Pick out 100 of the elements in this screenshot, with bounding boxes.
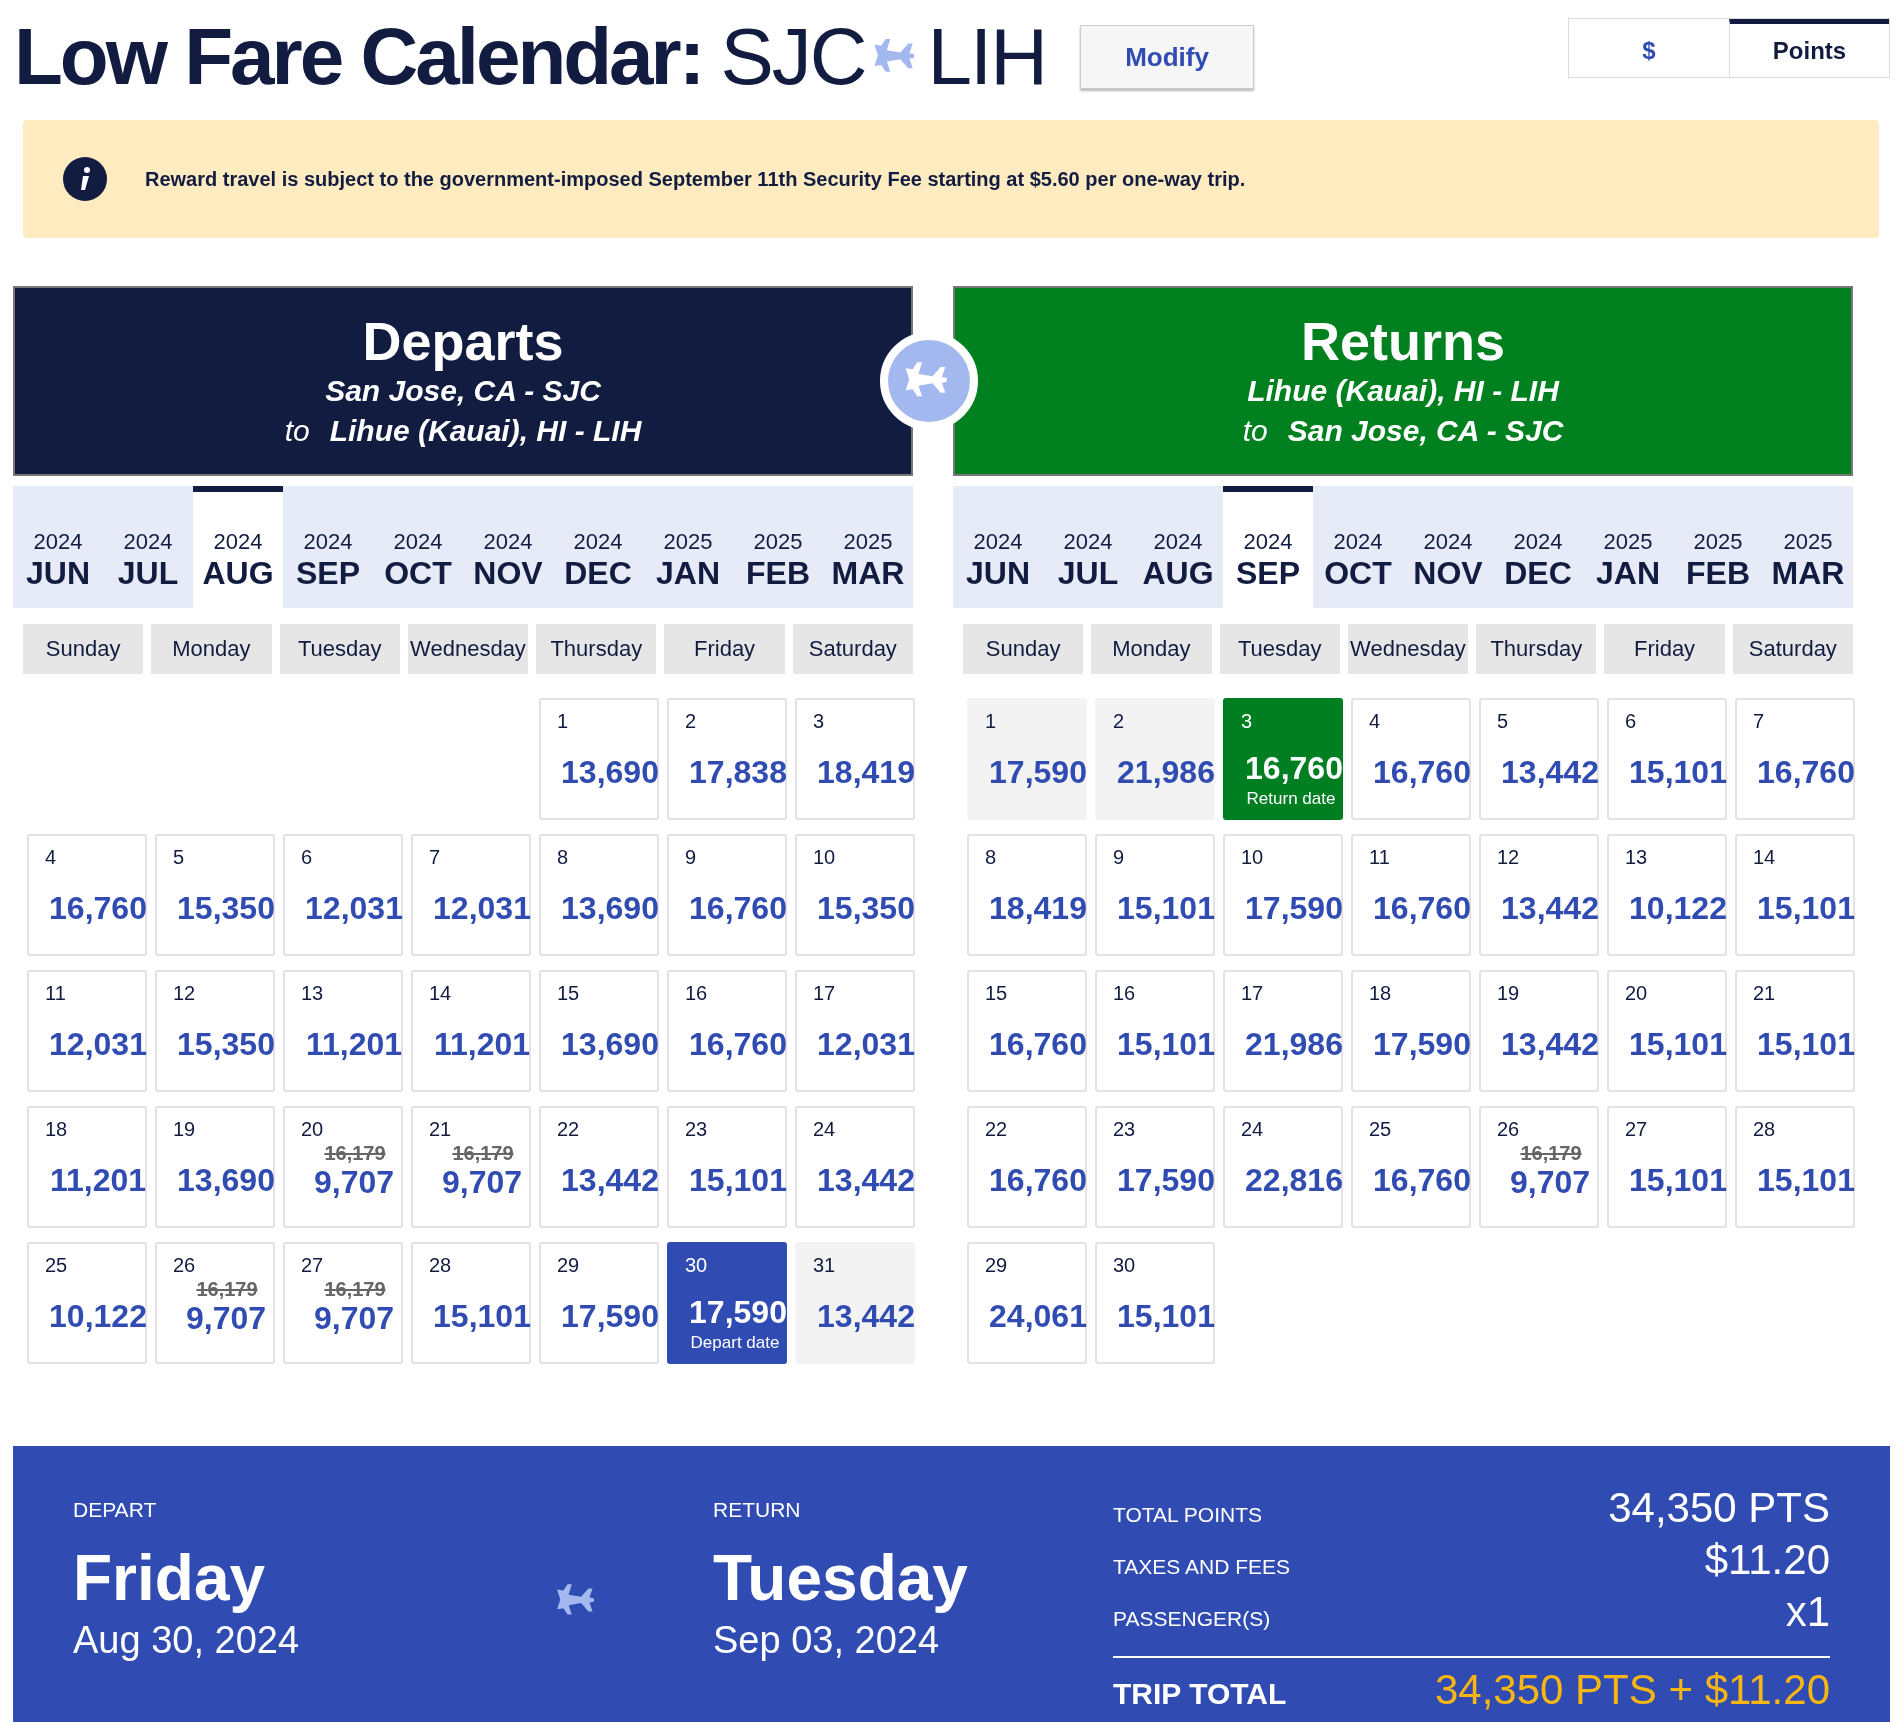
day-cell[interactable]: 13 10,122 [1607, 834, 1727, 956]
month-tab[interactable]: 2024 OCT [373, 486, 463, 608]
day-cell[interactable]: 12 15,350 [155, 970, 275, 1092]
day-cell[interactable]: 4 16,760 [27, 834, 147, 956]
day-cell[interactable]: 19 13,442 [1479, 970, 1599, 1092]
day-cell[interactable]: 2 17,838 [667, 698, 787, 820]
day-cell[interactable]: 20 16,179 9,707 [283, 1106, 403, 1228]
trip-total-label: TRIP TOTAL [1113, 1677, 1287, 1711]
day-cell[interactable]: 23 15,101 [667, 1106, 787, 1228]
day-cell[interactable]: 14 15,101 [1735, 834, 1855, 956]
day-cell[interactable]: 29 24,061 [967, 1242, 1087, 1364]
day-cell[interactable]: 11 16,760 [1351, 834, 1471, 956]
day-cell[interactable]: 4 16,760 [1351, 698, 1471, 820]
day-cell[interactable]: 18 17,590 [1351, 970, 1471, 1092]
month-tab[interactable]: 2025 JAN [643, 486, 733, 608]
fare-points: 15,350 [177, 1026, 275, 1063]
month-tab[interactable]: 2024 JUN [13, 486, 103, 608]
day-number: 4 [45, 845, 58, 870]
month-tab[interactable]: 2024 NOV [1403, 486, 1493, 608]
day-cell[interactable]: 26 16,179 9,707 [1479, 1106, 1599, 1228]
month-tab[interactable]: 2024 AUG [1133, 486, 1223, 608]
day-cell[interactable]: 29 17,590 [539, 1242, 659, 1364]
day-cell[interactable]: 1 17,590 [967, 698, 1087, 820]
day-cell[interactable]: 3 18,419 [795, 698, 915, 820]
month-tab[interactable]: 2025 JAN [1583, 486, 1673, 608]
currency-tab[interactable]: Points [1729, 19, 1889, 77]
day-cell[interactable]: 30 15,101 [1095, 1242, 1215, 1364]
day-cell[interactable]: 9 16,760 [667, 834, 787, 956]
day-cell[interactable]: 21 15,101 [1735, 970, 1855, 1092]
depart-date: Aug 30, 2024 [73, 1618, 301, 1662]
day-cell[interactable]: 21 16,179 9,707 [411, 1106, 531, 1228]
day-cell[interactable]: 27 16,179 9,707 [283, 1242, 403, 1364]
day-cell[interactable]: 7 16,760 [1735, 698, 1855, 820]
day-cell[interactable]: 14 11,201 [411, 970, 531, 1092]
day-cell[interactable]: 15 13,690 [539, 970, 659, 1092]
original-price: 16,179 [452, 1142, 514, 1164]
month-tab[interactable]: 2025 MAR [823, 486, 913, 608]
day-cell[interactable]: 7 12,031 [411, 834, 531, 956]
day-cell[interactable]: 1 13,690 [539, 698, 659, 820]
month-tab[interactable]: 2024 DEC [1493, 486, 1583, 608]
panel-title: Returns [1301, 311, 1505, 371]
day-cell[interactable]: 27 15,101 [1607, 1106, 1727, 1228]
day-cell[interactable]: 24 13,442 [795, 1106, 915, 1228]
day-number: 8 [985, 845, 998, 870]
modify-button[interactable]: Modify [1080, 25, 1255, 89]
month-tab[interactable]: 2024 OCT [1313, 486, 1403, 608]
day-cell[interactable]: 12 13,442 [1479, 834, 1599, 956]
day-cell[interactable]: 22 16,760 [967, 1106, 1087, 1228]
day-cell[interactable]: 10 17,590 [1223, 834, 1343, 956]
day-cell[interactable]: 30 17,590 Depart date [667, 1242, 787, 1364]
day-cell[interactable]: 16 15,101 [1095, 970, 1215, 1092]
day-cell[interactable]: 5 15,350 [155, 834, 275, 956]
day-cell[interactable]: 2 21,986 [1095, 698, 1215, 820]
month-tab[interactable]: 2024 SEP [1223, 486, 1313, 608]
month-tab[interactable]: 2024 JUL [1043, 486, 1133, 608]
month-tab[interactable]: 2024 AUG [193, 486, 283, 608]
day-cell[interactable]: 17 21,986 [1223, 970, 1343, 1092]
day-cell[interactable]: 6 15,101 [1607, 698, 1727, 820]
day-cell[interactable]: 28 15,101 [411, 1242, 531, 1364]
day-cell[interactable]: 9 15,101 [1095, 834, 1215, 956]
day-cell[interactable]: 3 16,760 Return date [1223, 698, 1343, 820]
day-cell[interactable]: 20 15,101 [1607, 970, 1727, 1092]
day-cell[interactable]: 18 11,201 [27, 1106, 147, 1228]
day-cell[interactable]: 8 18,419 [967, 834, 1087, 956]
day-cell[interactable]: 19 13,690 [155, 1106, 275, 1228]
day-cell[interactable]: 25 10,122 [27, 1242, 147, 1364]
fare-points: 15,101 [689, 1162, 787, 1199]
fare-points: 9,707 [1509, 1164, 1591, 1201]
weekday-header: Saturday [1732, 624, 1853, 674]
month-tab[interactable]: 2025 FEB [733, 486, 823, 608]
day-number: 10 [813, 845, 837, 870]
fare-points: 12,031 [305, 890, 403, 927]
fare-points: 13,442 [1501, 890, 1599, 927]
day-cell[interactable]: 15 16,760 [967, 970, 1087, 1092]
month-tab[interactable]: 2024 JUN [953, 486, 1043, 608]
month-tab[interactable]: 2024 NOV [463, 486, 553, 608]
route-from: Lihue (Kauai), HI - LIH [1247, 373, 1559, 409]
fare-points: 13,442 [1501, 1026, 1599, 1063]
day-cell[interactable]: 26 16,179 9,707 [155, 1242, 275, 1364]
day-cell[interactable]: 13 11,201 [283, 970, 403, 1092]
day-cell[interactable]: 6 12,031 [283, 834, 403, 956]
day-cell[interactable]: 22 13,442 [539, 1106, 659, 1228]
day-cell[interactable]: 10 15,350 [795, 834, 915, 956]
day-cell[interactable]: 31 13,442 [795, 1242, 915, 1364]
trip-total-value: 34,350 PTS + $11.20 [1434, 1666, 1830, 1714]
month-tab[interactable]: 2024 DEC [553, 486, 643, 608]
month-tab[interactable]: 2024 SEP [283, 486, 373, 608]
day-cell[interactable]: 17 12,031 [795, 970, 915, 1092]
month-tab[interactable]: 2025 MAR [1763, 486, 1853, 608]
day-cell[interactable]: 28 15,101 [1735, 1106, 1855, 1228]
day-cell[interactable]: 23 17,590 [1095, 1106, 1215, 1228]
day-cell[interactable]: 8 13,690 [539, 834, 659, 956]
day-cell[interactable]: 11 12,031 [27, 970, 147, 1092]
day-cell[interactable]: 16 16,760 [667, 970, 787, 1092]
month-tab[interactable]: 2024 JUL [103, 486, 193, 608]
day-cell[interactable]: 5 13,442 [1479, 698, 1599, 820]
day-cell[interactable]: 24 22,816 [1223, 1106, 1343, 1228]
fare-points: 13,690 [561, 1026, 659, 1063]
month-tab[interactable]: 2025 FEB [1673, 486, 1763, 608]
day-cell[interactable]: 25 16,760 [1351, 1106, 1471, 1228]
